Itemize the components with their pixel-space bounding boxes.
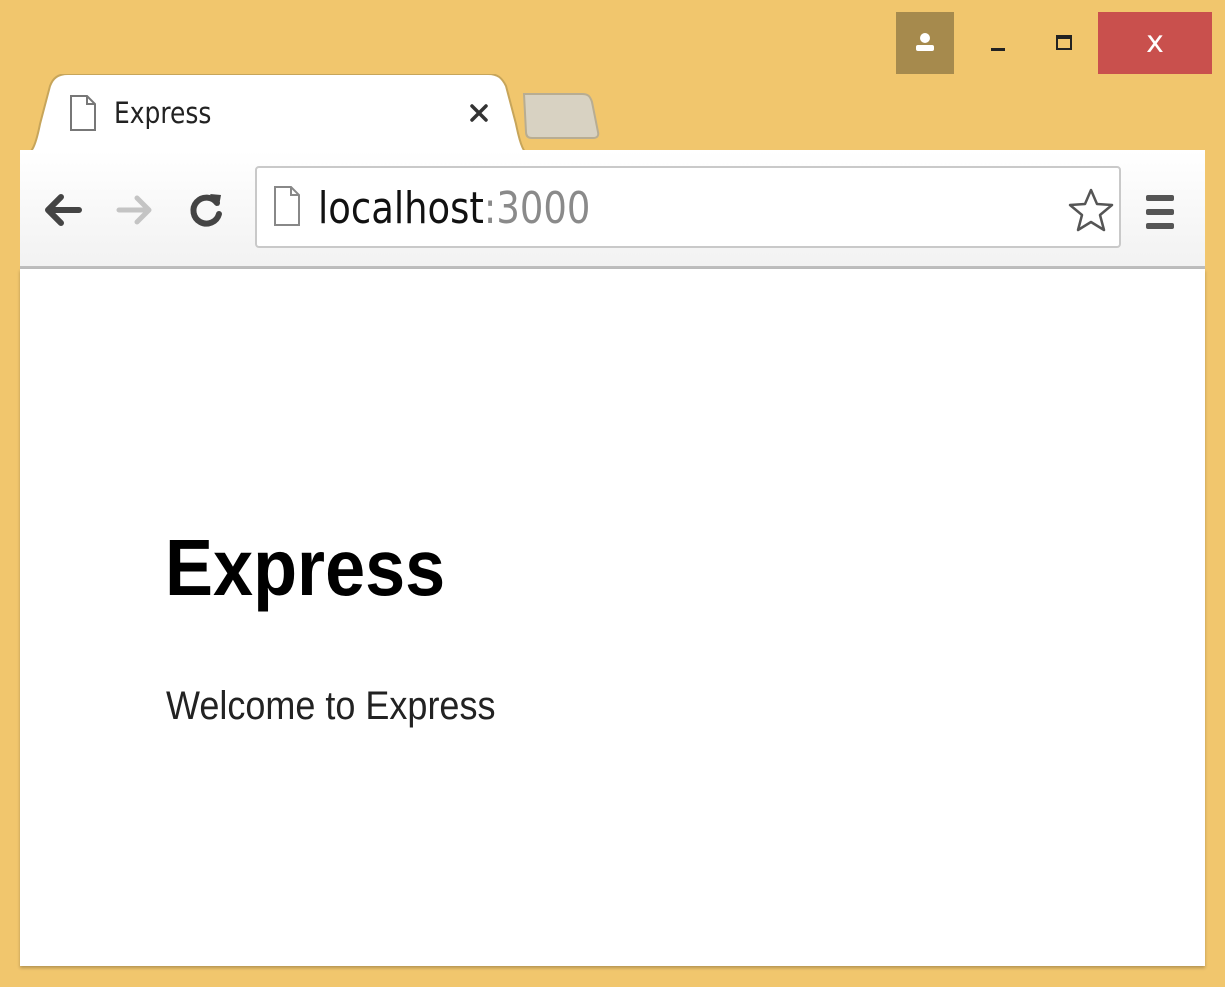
minimize-icon [991, 48, 1005, 51]
reload-button[interactable] [183, 183, 229, 237]
star-icon[interactable] [1066, 186, 1116, 236]
hamburger-icon[interactable] [1140, 190, 1180, 234]
close-window-button[interactable]: x [1098, 12, 1212, 74]
arrow-left-icon [45, 194, 82, 226]
url-port: :3000 [483, 183, 591, 234]
url-host: localhost [318, 183, 484, 234]
forward-button[interactable] [112, 183, 158, 237]
page-icon [274, 186, 300, 226]
page-content [20, 269, 1205, 966]
reload-icon [190, 194, 222, 227]
url-text[interactable]: localhost:3000 [318, 184, 590, 234]
minimize-button[interactable] [968, 12, 1028, 74]
tab-close-icon[interactable] [466, 100, 492, 126]
page-icon [70, 95, 96, 131]
page-heading: Express [165, 523, 446, 612]
maximize-button[interactable] [1034, 12, 1094, 74]
back-button[interactable] [40, 183, 86, 237]
tab-title: Express [114, 96, 212, 130]
browser-window: x Express localhost:3000 Express Welcome… [0, 0, 1225, 987]
welcome-text: Welcome to Express [166, 684, 496, 728]
person-icon [916, 33, 934, 51]
maximize-icon [1056, 35, 1072, 50]
new-tab-button[interactable] [520, 92, 600, 140]
arrow-right-icon [116, 195, 152, 225]
tab-express[interactable] [22, 74, 532, 156]
tab-shape [22, 74, 532, 156]
close-icon: x [1146, 25, 1164, 60]
profile-button[interactable] [896, 12, 954, 74]
